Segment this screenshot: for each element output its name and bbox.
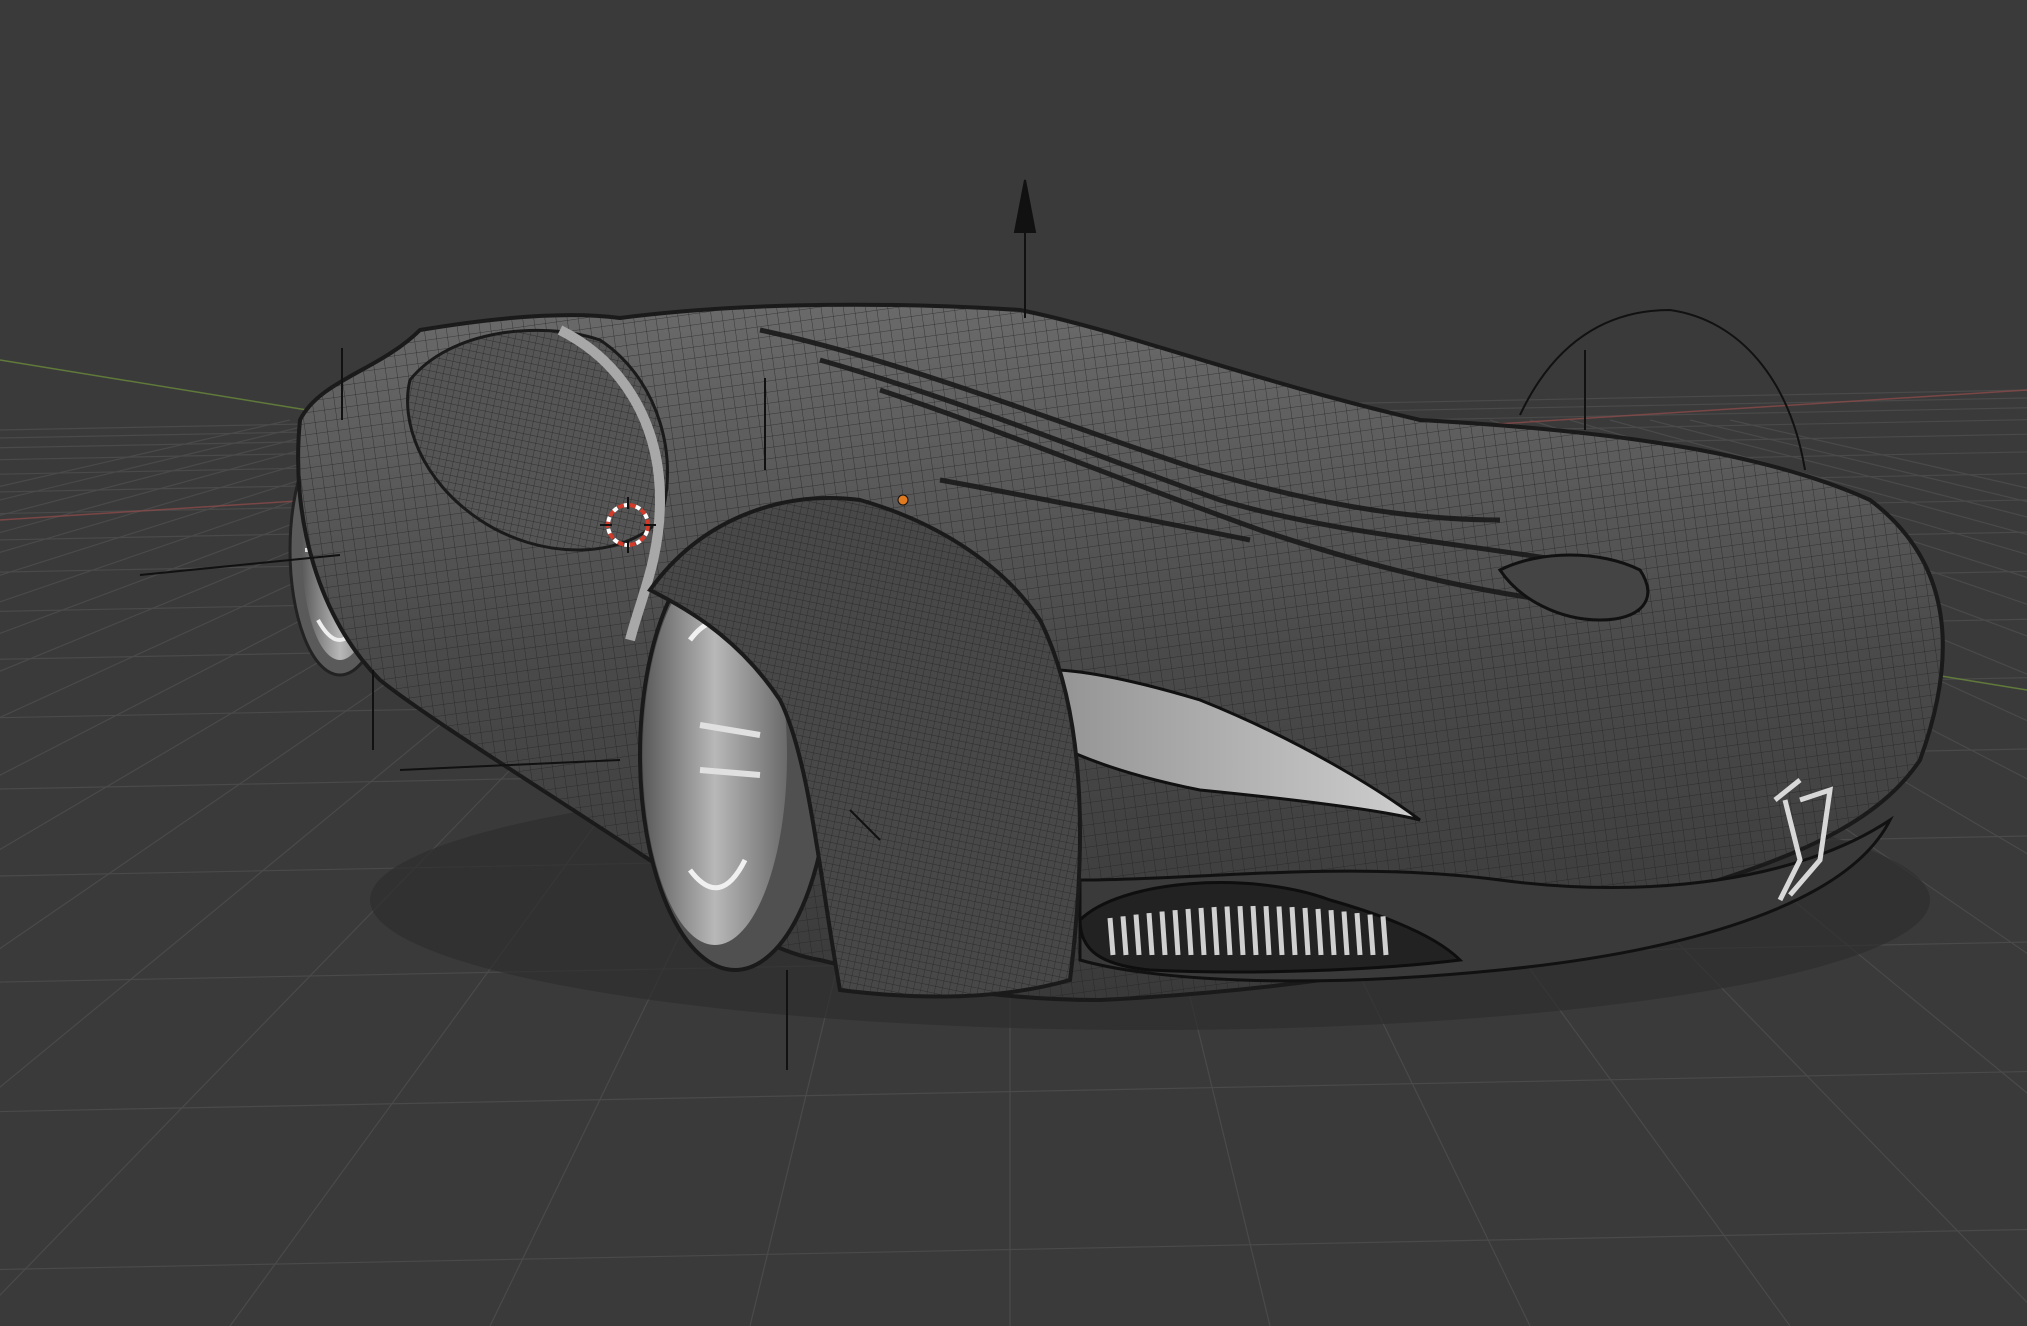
selected-vertex[interactable]	[897, 494, 909, 506]
up-arrow-gizmo[interactable]	[1013, 179, 1037, 318]
viewport-scene[interactable]	[0, 0, 2027, 1326]
3d-viewport[interactable]	[0, 0, 2027, 1326]
